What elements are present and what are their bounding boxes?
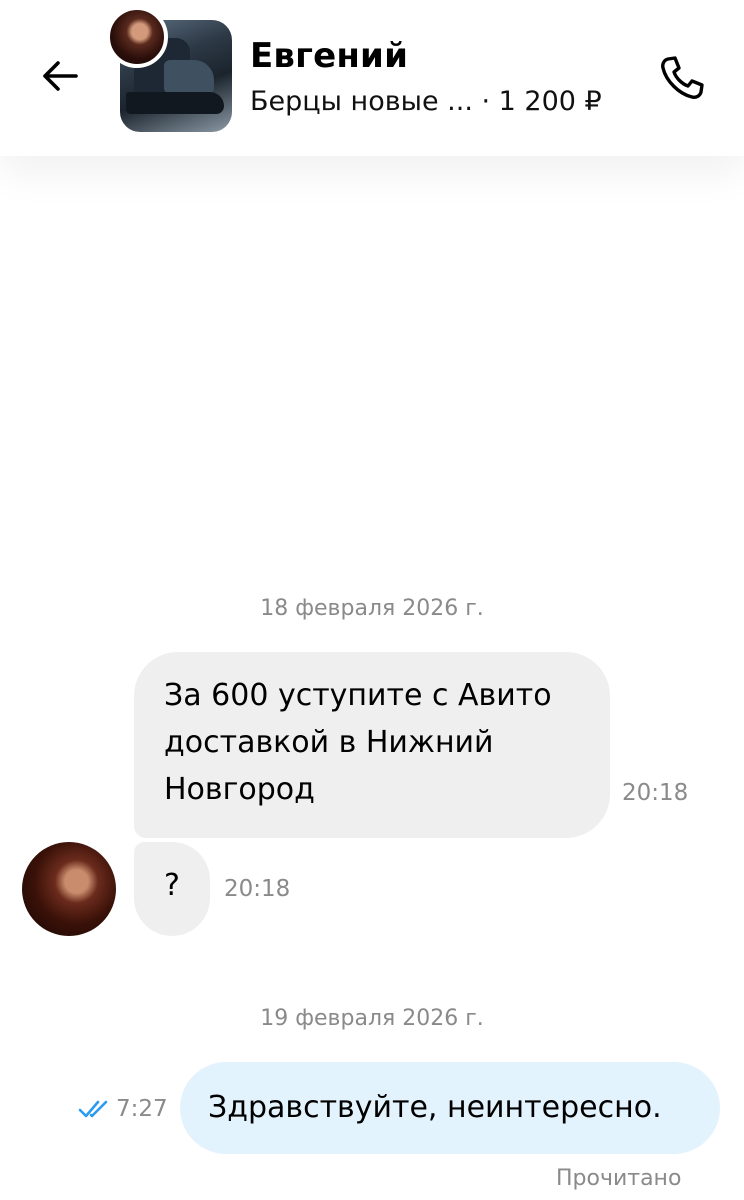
read-status: Прочитано — [556, 1166, 682, 1191]
date-separator: 19 февраля 2026 г. — [260, 1006, 484, 1031]
date-separator: 18 февраля 2026 г. — [260, 596, 484, 621]
chat-screen: Евгений Берцы новые ... · 1 200 ₽ 18 фев… — [0, 0, 744, 1200]
message-text: Здравствуйте, неинтересно. — [208, 1090, 662, 1125]
incoming-message-bubble[interactable]: За 600 уступите с Авито доставкой в Нижн… — [134, 652, 610, 838]
message-time: 20:18 — [622, 780, 689, 806]
message-text: За 600 уступите с Авито доставкой в Нижн… — [164, 678, 552, 807]
message-time: 7:27 — [116, 1096, 168, 1122]
back-button[interactable] — [36, 52, 84, 100]
boot-image-part — [126, 92, 224, 114]
message-text: ? — [164, 868, 180, 903]
phone-icon — [661, 56, 704, 99]
double-check-icon — [78, 1100, 108, 1118]
message-time: 20:18 — [224, 876, 291, 902]
listing-title: Берцы новые ... — [250, 86, 473, 117]
chat-header: Евгений Берцы новые ... · 1 200 ₽ — [0, 0, 744, 156]
arrow-left-icon — [43, 61, 78, 91]
incoming-message-bubble[interactable]: ? — [134, 842, 210, 936]
call-button[interactable] — [654, 50, 710, 106]
boot-image-part — [164, 60, 214, 94]
listing-price: · 1 200 ₽ — [481, 86, 602, 117]
sender-avatar[interactable] — [22, 842, 116, 936]
outgoing-message-bubble[interactable]: Здравствуйте, неинтересно. — [180, 1062, 720, 1154]
seller-name[interactable]: Евгений — [250, 36, 408, 76]
listing-info[interactable]: Берцы новые ... · 1 200 ₽ — [250, 86, 602, 117]
seller-avatar[interactable] — [106, 6, 168, 68]
